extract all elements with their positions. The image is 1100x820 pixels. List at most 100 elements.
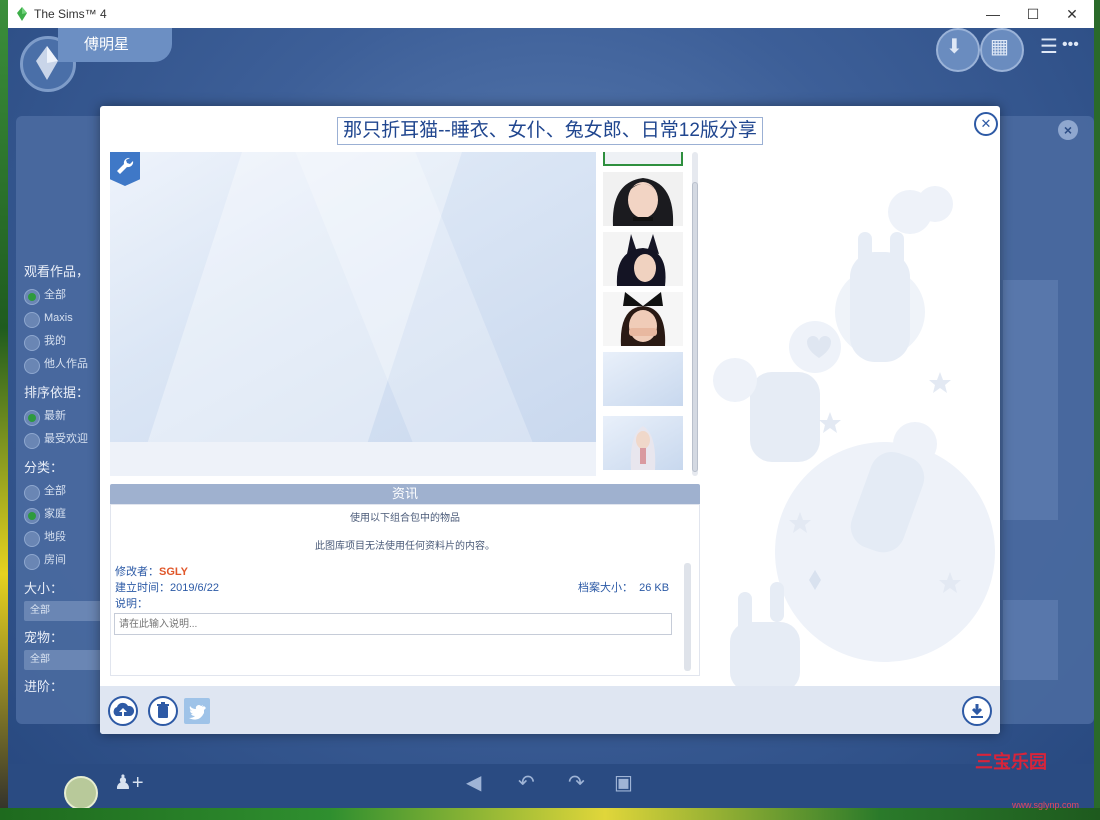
gallery-icon: ▦ xyxy=(990,36,1009,58)
sort-heading: 排序依据： xyxy=(24,385,90,400)
filter-label: 最受欢迎 xyxy=(44,433,88,445)
advanced-heading: 进阶： xyxy=(24,679,64,694)
filter-label: 房间 xyxy=(44,554,66,566)
radio-icon xyxy=(24,335,40,351)
size-row: 档案大小： 26 KB xyxy=(578,579,669,595)
window-title: The Sims™ 4 xyxy=(34,7,107,21)
category-heading: 分类： xyxy=(24,460,64,475)
thumbnail-sim-1[interactable] xyxy=(603,172,683,226)
radio-icon xyxy=(24,410,40,426)
radio-icon xyxy=(24,531,40,547)
creator-name[interactable]: SGLY xyxy=(159,566,188,578)
modal-footer xyxy=(100,686,1000,734)
info-scrollbar[interactable] xyxy=(684,563,691,671)
filter-view-maxis[interactable]: Maxis xyxy=(22,307,112,330)
undo-icon[interactable]: ↶ xyxy=(518,770,535,795)
download-bin-icon: ⬇ xyxy=(946,36,963,58)
pet-heading: 宠物： xyxy=(24,630,64,645)
thumbnail-empty[interactable] xyxy=(603,352,683,406)
sort-newest[interactable]: 最新 xyxy=(22,405,112,428)
creator-label: 修改者： xyxy=(115,566,159,578)
scrollbar-thumb[interactable] xyxy=(692,182,698,472)
twitter-share-button[interactable] xyxy=(184,698,210,724)
white-hair-sim-icon xyxy=(630,426,656,470)
bow-sim-icon xyxy=(603,292,683,346)
close-window-button[interactable]: ✕ xyxy=(1050,0,1094,28)
category-room[interactable]: 房间 xyxy=(22,549,112,572)
filter-view-others[interactable]: 他人作品 xyxy=(22,353,112,376)
wrench-icon xyxy=(117,157,134,174)
sim-portrait-icon xyxy=(603,172,683,226)
title-bar: The Sims™ 4 — ☐ ✕ xyxy=(8,0,1094,29)
category-household[interactable]: 家庭 xyxy=(22,503,112,526)
camera-rotate-icon[interactable]: ◀ xyxy=(466,770,481,795)
watermark-logo: 三宝乐园 xyxy=(975,752,1047,772)
thumbnail-sim-3[interactable] xyxy=(603,292,683,346)
gallery-tile[interactable] xyxy=(1003,280,1058,520)
game-bottom-bar xyxy=(8,764,1094,808)
category-all[interactable]: 全部 xyxy=(22,480,112,503)
filter-label: 全部 xyxy=(44,289,66,301)
filter-label: Maxis xyxy=(44,312,73,324)
decorative-bunny-art xyxy=(710,152,1000,692)
filter-label: 地段 xyxy=(44,531,66,543)
size-select[interactable]: 全部 xyxy=(24,601,104,621)
thumbnail-selected[interactable] xyxy=(603,152,683,166)
info-panel: 使用以下组合包中的物品 此图库项目无法使用任何资料片的内容。 修改者：SGLY … xyxy=(110,504,700,676)
desktop-edge xyxy=(0,0,8,820)
thumbnail-sim-4[interactable] xyxy=(603,416,683,470)
gallery-close-icon[interactable]: × xyxy=(1058,120,1078,140)
gallery-tile[interactable] xyxy=(1003,600,1058,680)
trash-icon xyxy=(157,702,169,718)
twitter-icon xyxy=(189,705,206,720)
radio-icon xyxy=(24,312,40,328)
watermark-url: www.sglynp.com xyxy=(1012,800,1080,810)
add-sim-icon[interactable]: ♟+ xyxy=(114,770,144,795)
thumbnail-scrollbar[interactable] xyxy=(692,152,698,476)
no-content-line: 此图库项目无法使用任何资料片的内容。 xyxy=(315,541,495,552)
filter-label: 家庭 xyxy=(44,508,66,520)
radio-icon xyxy=(24,485,40,501)
created-row: 建立时间：2019/6/22 xyxy=(115,579,219,595)
size-value: 26 KB xyxy=(639,582,670,594)
description-input[interactable] xyxy=(114,613,672,635)
maximize-button[interactable]: ☐ xyxy=(1011,0,1055,28)
sim-portrait[interactable] xyxy=(64,776,98,808)
radio-icon xyxy=(24,358,40,374)
created-date: 2019/6/22 xyxy=(170,582,219,594)
filter-label: 全部 xyxy=(44,485,66,497)
filter-label: 最新 xyxy=(44,410,66,422)
screenshot-icon[interactable]: ▣ xyxy=(614,770,633,795)
filter-view-all[interactable]: 全部 xyxy=(22,284,112,307)
cloud-upload-icon xyxy=(113,702,135,716)
redo-icon[interactable]: ↷ xyxy=(568,770,585,795)
radio-icon xyxy=(24,433,40,449)
created-label: 建立时间： xyxy=(115,582,170,594)
filter-label: 我的 xyxy=(44,335,66,347)
view-filter-heading: 观看作品， xyxy=(24,264,90,279)
download-icon xyxy=(971,704,983,718)
radio-icon xyxy=(24,289,40,305)
sort-popular[interactable]: 最受欢迎 xyxy=(22,428,112,451)
thumbnail-sim-2[interactable] xyxy=(603,232,683,286)
delete-button[interactable] xyxy=(148,696,178,726)
plumbob-icon xyxy=(36,46,58,80)
bunny-sim-icon xyxy=(603,232,683,286)
category-lot[interactable]: 地段 xyxy=(22,526,112,549)
preview-image xyxy=(110,152,596,442)
download-button[interactable] xyxy=(962,696,992,726)
description-label: 说明： xyxy=(115,598,148,610)
size-label: 档案大小： xyxy=(578,582,633,594)
filter-view-mine[interactable]: 我的 xyxy=(22,330,112,353)
modal-close-icon[interactable]: ✕ xyxy=(974,112,998,136)
more-icon[interactable]: ••• xyxy=(1062,36,1079,54)
menu-list-icon[interactable]: ☰ xyxy=(1040,34,1058,59)
modal-title: 那只折耳猫--睡衣、女仆、兔女郎、日常12版分享 xyxy=(337,117,763,145)
pet-select[interactable]: 全部 xyxy=(24,650,104,670)
radio-icon xyxy=(24,554,40,570)
thumbnail-list xyxy=(602,152,684,476)
upload-button[interactable] xyxy=(108,696,138,726)
minimize-button[interactable]: — xyxy=(971,0,1015,28)
bunny-illustration-icon xyxy=(713,186,995,692)
household-name: 傅明星 xyxy=(58,28,172,62)
